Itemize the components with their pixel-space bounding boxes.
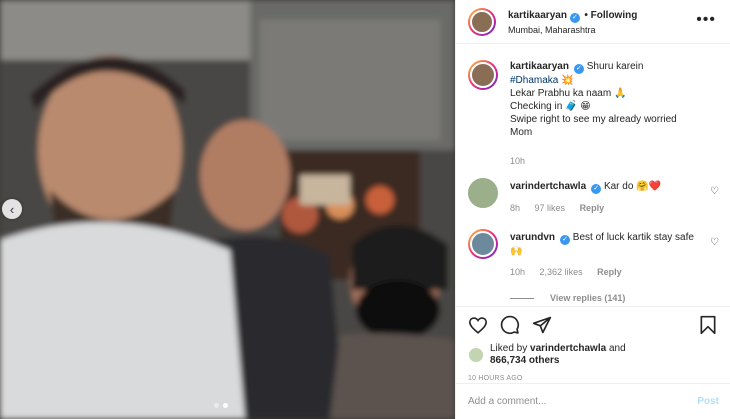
comment-emoji: 🤗❤️ [636, 181, 662, 192]
explosion-emoji: 💥 [561, 75, 574, 86]
liked-by-and: and [608, 343, 626, 354]
caption-line: Lekar Prabhu ka naam [510, 88, 612, 99]
comment-like-icon[interactable]: ♡ [710, 237, 719, 248]
caption-time[interactable]: 10h [510, 156, 525, 166]
comment-likes[interactable]: 2,362 likes [540, 267, 583, 277]
verified-badge-icon: ✓ [591, 184, 602, 194]
heart-icon[interactable] [468, 316, 488, 334]
post-comment-button[interactable]: Post [697, 396, 719, 407]
carousel-prev-button[interactable]: ‹ [2, 199, 22, 219]
caption-line: Checking in [510, 101, 563, 112]
liked-by: Liked by varindertchawla and 866,734 oth… [468, 343, 719, 367]
avatar[interactable] [468, 229, 498, 259]
following-button[interactable]: Following [591, 10, 638, 21]
comment-author[interactable]: varindertchawla [510, 181, 586, 192]
reply-button[interactable]: Reply [580, 203, 605, 213]
comment-icon[interactable] [500, 315, 520, 335]
comment-time[interactable]: 8h [510, 203, 520, 213]
carousel-dot-active [223, 403, 228, 408]
comment-input[interactable] [468, 396, 698, 407]
post-sidebar: kartikaaryan ✓ • Following Mumbai, Mahara… [455, 0, 730, 419]
post-photo-image [0, 0, 455, 419]
caption-author[interactable]: kartikaaryan [510, 61, 569, 72]
avatar[interactable] [468, 60, 498, 90]
carousel-dot [214, 403, 219, 408]
verified-badge-icon: ✓ [573, 64, 584, 74]
carousel-indicator [214, 403, 228, 408]
comment-likes[interactable]: 97 likes [535, 203, 566, 213]
verified-badge-icon: ✓ [569, 12, 580, 23]
liked-by-user[interactable]: varindertchawla [530, 343, 606, 354]
avatar[interactable] [468, 178, 498, 208]
bookmark-icon[interactable] [699, 315, 717, 340]
verified-badge-icon: ✓ [560, 235, 571, 245]
post-header: kartikaaryan ✓ • Following Mumbai, Mahara… [456, 0, 730, 44]
caption-text: Shuru karein [586, 61, 644, 72]
pray-emoji: 🙏 [613, 88, 627, 99]
luggage-emoji: 🧳 😁 [565, 101, 591, 112]
comment-item: varundvn ✓ Best of luck kartik stay safe … [468, 229, 719, 279]
comments-list[interactable]: kartikaaryan ✓ Shuru karein #Dhamaka 💥 Le… [456, 44, 730, 306]
comment-text: Kar do [603, 181, 634, 192]
comment-like-icon[interactable]: ♡ [710, 186, 719, 197]
post-actions: Liked by varindertchawla and 866,734 oth… [456, 306, 730, 382]
likes-count[interactable]: 866,734 others [490, 355, 560, 366]
view-replies-button[interactable]: View replies (141) [510, 293, 719, 303]
post-author[interactable]: kartikaaryan [508, 10, 567, 21]
share-icon[interactable] [532, 315, 552, 335]
post-photo[interactable]: ‹ [0, 0, 455, 419]
avatar[interactable] [468, 347, 484, 363]
caption: kartikaaryan ✓ Shuru karein #Dhamaka 💥 Le… [468, 60, 719, 168]
reply-button[interactable]: Reply [597, 267, 622, 277]
comment-item: varindertchawla ✓ Kar do 🤗❤️ 8h 97 likes … [468, 178, 719, 215]
add-comment-bar: Post [456, 383, 730, 419]
hashtag-link[interactable]: #Dhamaka [510, 75, 558, 86]
post-time[interactable]: 10 HOURS AGO [468, 375, 719, 382]
avatar[interactable] [468, 7, 496, 36]
view-replies-label: View replies (141) [550, 293, 626, 303]
liked-by-prefix: Liked by [490, 343, 528, 354]
chevron-left-icon: ‹ [9, 201, 15, 217]
comment-text: Best of luck kartik stay safe [572, 232, 694, 243]
more-options-icon[interactable]: ••• [696, 12, 716, 28]
post-location[interactable]: Mumbai, Maharashtra [508, 23, 637, 38]
comment-author[interactable]: varundvn [510, 232, 555, 243]
comment-time[interactable]: 10h [510, 267, 525, 277]
comment-emoji: 🙌 [510, 246, 523, 257]
caption-line: Swipe right to see my already worried Mo… [510, 114, 677, 138]
